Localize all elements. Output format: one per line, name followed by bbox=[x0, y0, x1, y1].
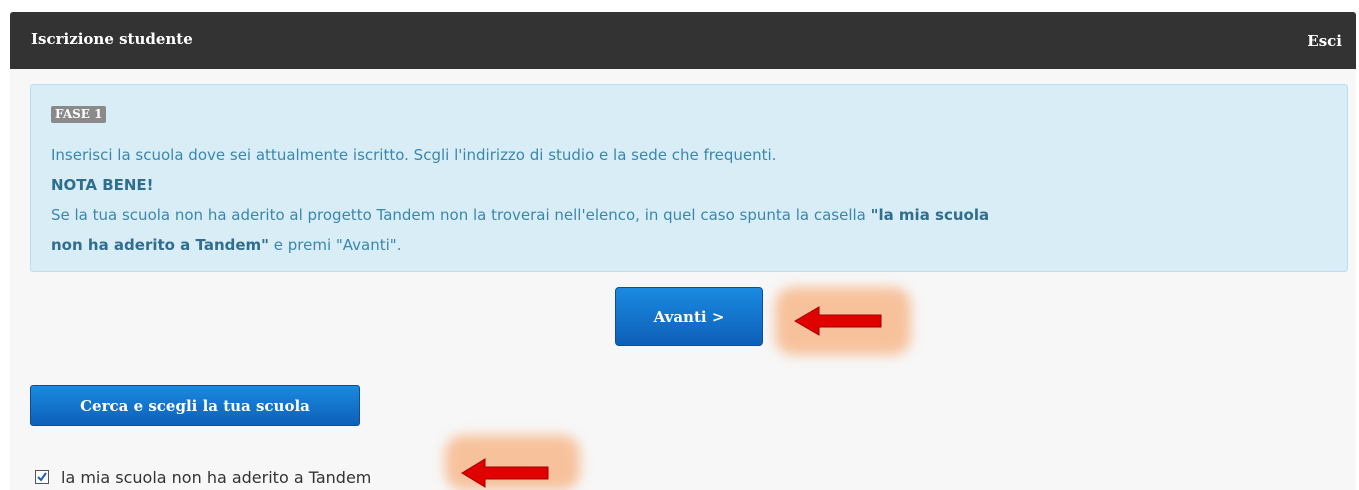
exit-link[interactable]: Esci bbox=[1307, 32, 1342, 50]
note-text-end: e premi "Avanti". bbox=[268, 236, 402, 254]
note-text-line2: non ha aderito a Tandem" e premi "Avanti… bbox=[51, 236, 401, 254]
next-button[interactable]: Avanti > bbox=[615, 287, 763, 346]
page-header: Iscrizione studente Esci bbox=[10, 12, 1356, 69]
highlight-arrow-next bbox=[775, 287, 911, 355]
check-icon bbox=[37, 472, 47, 482]
note-title: NOTA BENE! bbox=[51, 176, 154, 194]
phase-badge: FASE 1 bbox=[51, 106, 107, 123]
highlight-arrow-checkbox bbox=[445, 435, 580, 490]
info-box: FASE 1 Inserisci la scuola dove sei attu… bbox=[30, 84, 1348, 272]
page-title: Iscrizione studente bbox=[31, 30, 193, 48]
note-emphasis-continued: non ha aderito a Tandem" bbox=[51, 236, 269, 254]
red-arrow-left-icon bbox=[794, 306, 882, 336]
note-text: Se la tua scuola non ha aderito al proge… bbox=[51, 206, 871, 224]
info-instruction: Inserisci la scuola dove sei attualmente… bbox=[51, 146, 777, 164]
not-joined-checkbox[interactable] bbox=[35, 470, 49, 484]
note-text-line1: Se la tua scuola non ha aderito al proge… bbox=[51, 206, 989, 224]
search-school-button[interactable]: Cerca e scegli la tua scuola bbox=[30, 385, 360, 426]
note-emphasis: "la mia scuola bbox=[870, 206, 990, 224]
not-joined-checkbox-label[interactable]: la mia scuola non ha aderito a Tandem bbox=[61, 468, 371, 487]
red-arrow-left-icon bbox=[461, 458, 549, 488]
